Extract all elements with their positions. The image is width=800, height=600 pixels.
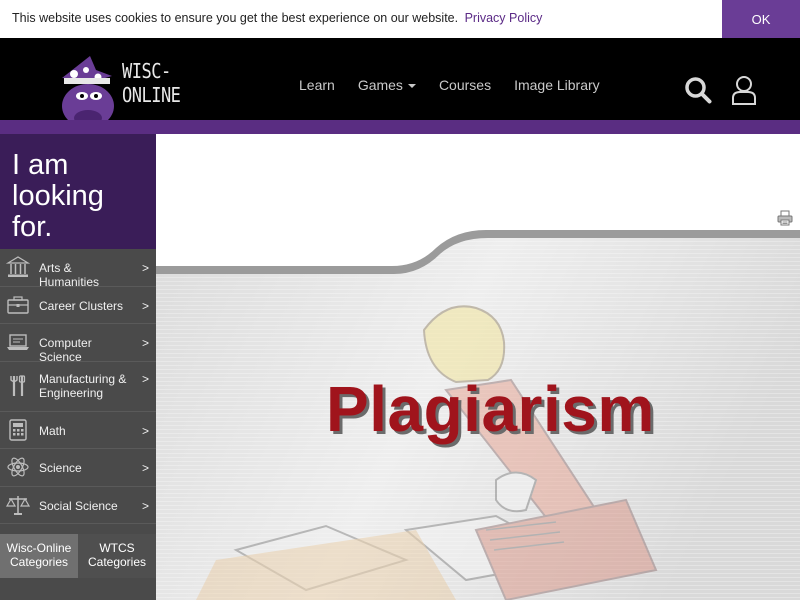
chevron-right-icon: >	[142, 498, 150, 513]
cookie-banner: This website uses cookies to ensure you …	[0, 0, 800, 38]
tools-icon	[10, 374, 26, 396]
category-social-science[interactable]: Social Science >	[0, 487, 156, 524]
category-label: Arts & Humanities	[39, 261, 100, 289]
nav-games[interactable]: Games	[358, 77, 416, 93]
atom-icon	[7, 457, 29, 477]
logo-text: WISC-ONLINE	[122, 60, 181, 108]
header-accent-stripe	[0, 120, 800, 134]
chevron-right-icon: >	[142, 336, 150, 350]
category-list: Arts & Humanities > Career Clusters > Co…	[0, 249, 156, 524]
tab-wtcs-categories[interactable]: WTCS Categories	[78, 534, 156, 578]
sidebar-title: I am looking for.	[12, 149, 104, 243]
museum-icon	[6, 256, 30, 277]
category-math[interactable]: Math >	[0, 412, 156, 449]
mascot-logo-icon	[62, 56, 114, 130]
main-content: Plagiarism	[156, 134, 800, 600]
cookie-message: This website uses cookies to ensure you …	[12, 11, 542, 25]
category-label: Manufacturing & Engineering	[39, 371, 127, 400]
nav-courses[interactable]: Courses	[439, 77, 491, 93]
chevron-right-icon: >	[142, 371, 150, 386]
sidebar-header: I am looking for.	[0, 134, 156, 249]
category-career-clusters[interactable]: Career Clusters >	[0, 287, 156, 324]
site-header: WISC-ONLINE Learn Games Courses Image Li…	[0, 38, 800, 130]
site-logo[interactable]: WISC-ONLINE	[52, 50, 222, 130]
category-manufacturing-engineering[interactable]: Manufacturing & Engineering >	[0, 362, 156, 412]
category-science[interactable]: Science >	[0, 449, 156, 487]
chevron-right-icon: >	[142, 461, 150, 475]
page: This website uses cookies to ensure you …	[0, 0, 800, 600]
scales-icon	[6, 495, 30, 515]
category-label: Science	[39, 461, 82, 475]
cookie-ok-button[interactable]: OK	[722, 0, 800, 38]
category-sidebar: I am looking for. Arts & Humanities > Ca…	[0, 134, 156, 600]
main-nav: Learn Games Courses Image Library	[299, 77, 623, 93]
nav-image-library[interactable]: Image Library	[514, 77, 600, 93]
briefcase-icon	[7, 295, 29, 314]
print-icon[interactable]	[777, 210, 793, 226]
user-account-icon[interactable]	[730, 74, 758, 106]
lesson-banner: Plagiarism	[156, 230, 800, 600]
category-label: Social Science	[39, 498, 118, 513]
category-label: Computer Science	[39, 336, 92, 364]
search-icon[interactable]	[684, 76, 712, 104]
chevron-right-icon: >	[142, 298, 150, 313]
caret-down-icon	[407, 84, 416, 89]
nav-games-label: Games	[357, 77, 403, 93]
chevron-right-icon: >	[142, 423, 150, 438]
category-tabs: Wisc-Online Categories WTCS Categories	[0, 534, 156, 578]
laptop-icon	[7, 334, 29, 350]
nav-learn[interactable]: Learn	[299, 77, 335, 93]
privacy-policy-link[interactable]: Privacy Policy	[465, 11, 543, 25]
category-label: Math	[39, 423, 66, 438]
chevron-right-icon: >	[142, 261, 150, 275]
category-arts-humanities[interactable]: Arts & Humanities >	[0, 249, 156, 289]
category-computer-science[interactable]: Computer Science >	[0, 324, 156, 364]
cookie-message-text: This website uses cookies to ensure you …	[12, 11, 459, 25]
calculator-icon	[9, 418, 27, 441]
tab-wisc-online-categories[interactable]: Wisc-Online Categories	[0, 534, 78, 578]
lesson-title: Plagiarism	[326, 373, 655, 445]
category-label: Career Clusters	[39, 298, 124, 313]
